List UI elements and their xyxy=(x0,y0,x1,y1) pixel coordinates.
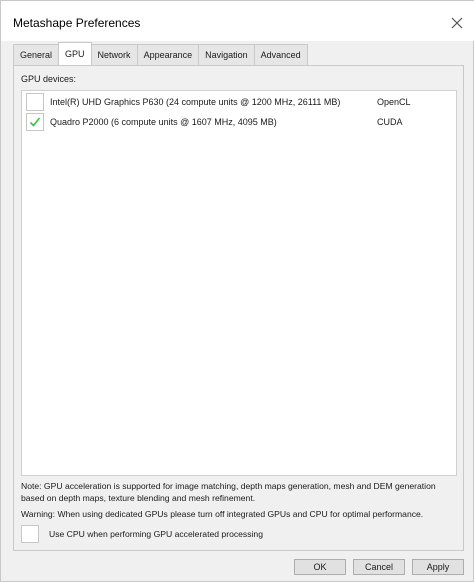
gpu-devices-label: GPU devices: xyxy=(21,74,77,84)
close-icon xyxy=(451,17,463,29)
device-name: Intel(R) UHD Graphics P630 (24 compute u… xyxy=(50,97,341,107)
tab-bar: General GPU Network Appearance Navigatio… xyxy=(13,42,308,65)
ok-button[interactable]: OK xyxy=(294,559,346,575)
window-title: Metashape Preferences xyxy=(13,16,141,30)
device-checkbox-quadro[interactable] xyxy=(26,113,44,131)
cancel-button[interactable]: Cancel xyxy=(353,559,405,575)
tab-gpu[interactable]: GPU xyxy=(58,42,92,65)
device-api: OpenCL xyxy=(377,97,411,107)
device-checkbox-intel[interactable] xyxy=(26,93,44,111)
device-row-intel[interactable]: Intel(R) UHD Graphics P630 (24 compute u… xyxy=(22,92,456,112)
tab-appearance[interactable]: Appearance xyxy=(136,44,200,65)
device-api: CUDA xyxy=(377,117,403,127)
preferences-dialog: Metashape Preferences General GPU Networ… xyxy=(0,0,474,582)
gpu-tab-panel: GPU devices: Intel(R) UHD Graphics P630 … xyxy=(13,65,464,551)
use-cpu-checkbox[interactable] xyxy=(21,525,39,543)
gpu-warning: Warning: When using dedicated GPUs pleas… xyxy=(21,509,424,519)
gpu-device-list: Intel(R) UHD Graphics P630 (24 compute u… xyxy=(21,90,457,476)
gpu-note: Note: GPU acceleration is supported for … xyxy=(21,481,436,503)
use-cpu-option[interactable]: Use CPU when performing GPU accelerated … xyxy=(21,524,321,544)
tab-network[interactable]: Network xyxy=(90,44,138,65)
title-bar: Metashape Preferences xyxy=(1,1,474,41)
use-cpu-label: Use CPU when performing GPU accelerated … xyxy=(49,529,263,539)
apply-button[interactable]: Apply xyxy=(412,559,464,575)
device-name: Quadro P2000 (6 compute units @ 1607 MHz… xyxy=(50,117,277,127)
close-button[interactable] xyxy=(447,13,467,33)
tab-advanced[interactable]: Advanced xyxy=(253,44,308,65)
checkmark-icon xyxy=(29,117,41,127)
tab-navigation[interactable]: Navigation xyxy=(198,44,255,65)
tab-general[interactable]: General xyxy=(13,44,60,65)
device-row-quadro[interactable]: Quadro P2000 (6 compute units @ 1607 MHz… xyxy=(22,112,456,132)
